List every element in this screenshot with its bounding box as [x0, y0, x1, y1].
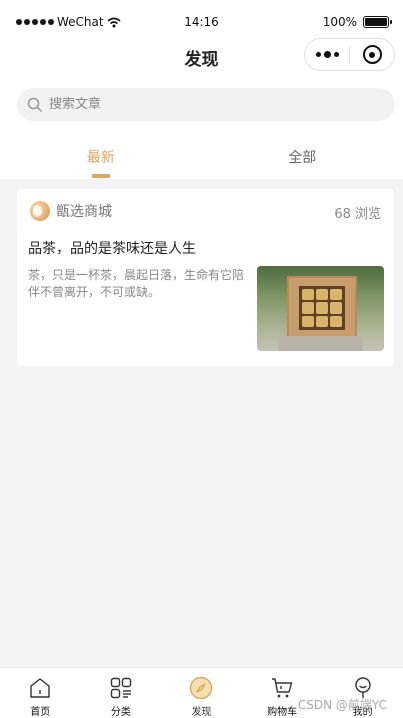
home-icon	[30, 678, 50, 698]
search-input[interactable]	[49, 97, 349, 112]
cart-icon	[272, 678, 293, 698]
tabbar-home[interactable]: 首页	[0, 668, 81, 718]
tabbar-category-label: 分类	[110, 707, 131, 718]
compass-icon	[190, 676, 213, 700]
article-title[interactable]: 品茶，品的是茶味还是人生	[28, 238, 196, 258]
tea-box-image	[287, 276, 357, 341]
tabbar-home-label: 首页	[30, 707, 51, 718]
shop-name: 甑选商城	[56, 204, 112, 220]
tabbar-cart-label: 购物车	[267, 707, 298, 718]
search-box[interactable]	[17, 88, 395, 121]
more-button[interactable]	[305, 51, 349, 58]
status-battery: 100%	[322, 15, 392, 29]
view-count: 68 浏览	[334, 207, 381, 222]
article-thumbnail[interactable]	[257, 266, 384, 351]
close-button[interactable]	[350, 45, 394, 64]
tab-latest-label: 最新	[86, 150, 115, 166]
tab-latest[interactable]: 最新	[0, 131, 202, 179]
tab-all[interactable]: 全部	[202, 131, 403, 179]
shop-logo	[30, 201, 50, 221]
search-bar	[0, 79, 403, 131]
mini-program-capsule	[304, 38, 395, 71]
battery-percent: 100%	[322, 15, 357, 29]
battery-icon	[363, 16, 392, 28]
tab-bar: 最新 全部	[0, 131, 403, 179]
tabbar-discover[interactable]: 发现	[161, 668, 242, 718]
search-icon	[27, 97, 43, 112]
article-description: 茶，只是一杯茶，晨起日落，生命有它陪伴不曾离开，不可或缺。	[28, 268, 245, 299]
article-header: 甑选商城	[30, 201, 112, 221]
target-icon	[362, 45, 382, 64]
tab-all-label: 全部	[288, 150, 317, 166]
nav-bar: 发现	[0, 35, 403, 79]
tabbar-category[interactable]: 分类	[81, 668, 162, 718]
tabbar-discover-label: 发现	[191, 707, 212, 718]
tab-active-indicator	[91, 174, 110, 178]
category-icon	[110, 677, 132, 699]
watermark: CSDN @前端YC	[297, 698, 387, 712]
article-card[interactable]: 甑选商城 68 浏览 品茶，品的是茶味还是人生 茶，只是一杯茶，晨起日落，生命有…	[17, 189, 394, 366]
